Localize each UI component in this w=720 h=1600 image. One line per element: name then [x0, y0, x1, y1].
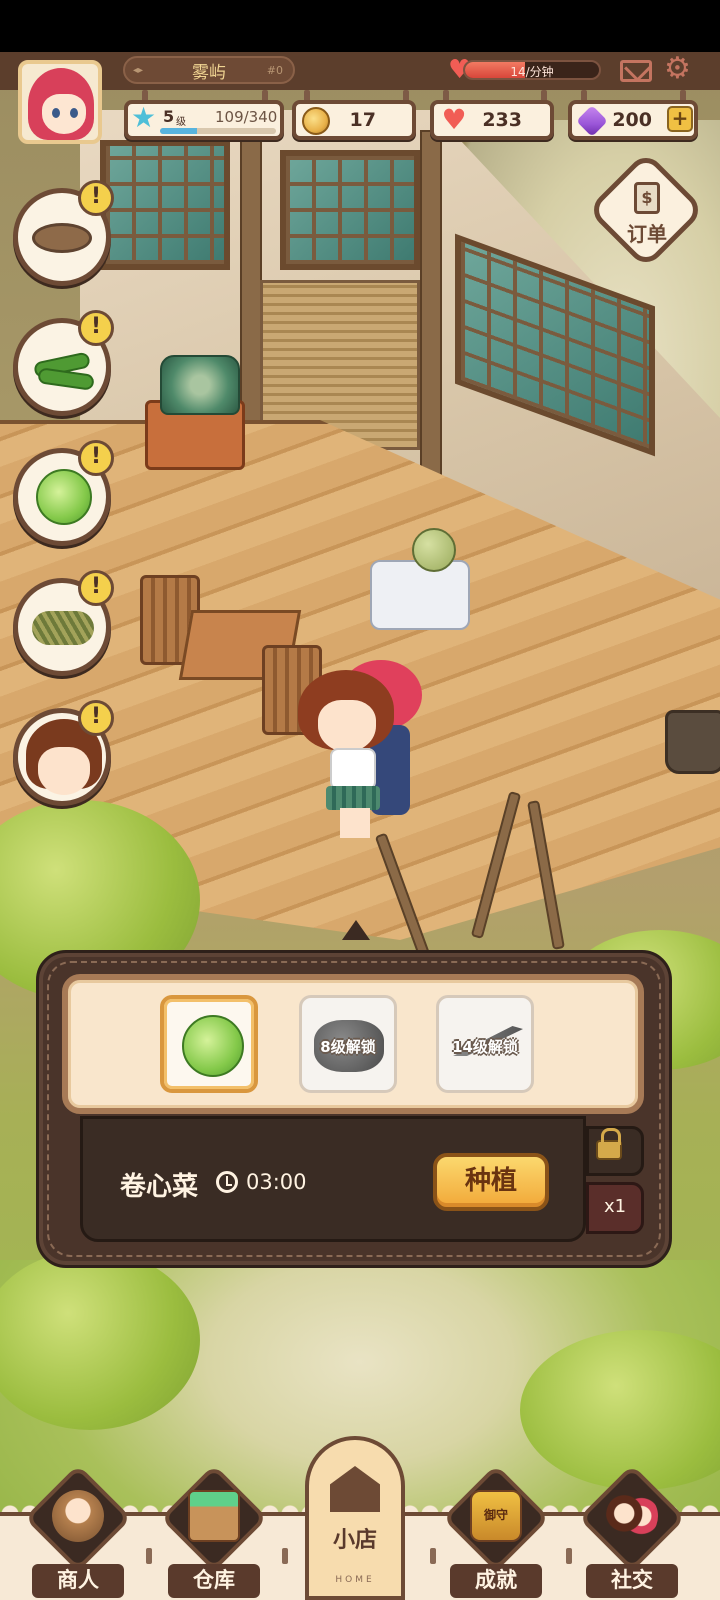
gem-count: 200 [612, 109, 652, 131]
multiplier-text: x1 [603, 1196, 627, 1217]
girl-shirt [330, 748, 376, 790]
nav-merchant[interactable]: 商人 [24, 1464, 132, 1598]
side-table[interactable] [370, 560, 470, 630]
coin-count: 17 [349, 109, 376, 131]
unlock-level-label: 8级解锁 [320, 1038, 376, 1056]
panel-pointer [342, 920, 370, 940]
unlock-level-label: 14级解锁 [452, 1038, 518, 1056]
order-book-icon: $ [634, 182, 660, 214]
window-left [100, 140, 230, 270]
nav-pin [566, 1548, 572, 1564]
seed-slot-locked-lv14[interactable]: 14级解锁 [436, 995, 534, 1093]
herb-icon [32, 611, 94, 645]
girl-skirt [326, 786, 380, 810]
npc-face [38, 747, 90, 795]
heart-panel[interactable]: ♥ 233 [430, 100, 554, 140]
girl-legs [340, 808, 370, 838]
wood-beam [240, 110, 262, 440]
grow-time: 03:00 [246, 1170, 307, 1194]
heart-icon: ♥ [441, 103, 467, 136]
nav-warehouse[interactable]: 仓库 [160, 1464, 268, 1598]
soil-plot-icon [32, 223, 92, 253]
plant-button[interactable]: 种植 [433, 1153, 549, 1211]
heart-rate-text: 14/分钟 [510, 65, 554, 79]
status-bar [0, 0, 720, 52]
avatar-eye [70, 108, 78, 118]
nav-pin [282, 1548, 288, 1564]
heart-rate-bar: 14/分钟 [463, 60, 601, 80]
merchant-icon [52, 1490, 104, 1542]
add-gems-button[interactable]: + [667, 106, 693, 132]
seed-slot-cabbage[interactable] [160, 995, 258, 1093]
seed-slot-locked-lv8[interactable]: 8级解锁 [299, 995, 397, 1093]
player-avatar[interactable] [18, 60, 102, 144]
nav-label: 成就 [450, 1564, 542, 1598]
cabbage-icon [36, 469, 92, 525]
top-bar [0, 52, 720, 90]
window-center [280, 150, 420, 270]
avatar-face [42, 94, 86, 134]
player-id: #0 [266, 63, 283, 77]
warehouse-box-icon [188, 1490, 240, 1542]
nav-social[interactable]: 社交 [578, 1464, 686, 1598]
bucket[interactable] [665, 710, 720, 774]
nav-label: 商人 [32, 1564, 124, 1598]
nav-achievements[interactable]: 御守 成就 [442, 1464, 550, 1598]
nav-label: 社交 [586, 1564, 678, 1598]
player-name-plate[interactable]: ◂▸ 雾屿 #0 [123, 56, 295, 84]
xp-bar [160, 128, 276, 134]
kettle-icon[interactable] [412, 528, 456, 572]
xp-text: 109/340 [215, 108, 278, 126]
avatar-eye [52, 108, 60, 118]
heart-count: 233 [482, 109, 522, 131]
gear-icon[interactable]: ⚙ [664, 54, 691, 84]
clock-icon [216, 1171, 238, 1193]
couple-icon [606, 1490, 658, 1542]
xp-fill [160, 128, 198, 134]
omamori-charm-icon: 御守 [470, 1490, 522, 1542]
alert-badge: ! [78, 440, 114, 476]
nav-pin [430, 1548, 436, 1564]
order-label: 订单 [627, 222, 667, 246]
padlock-icon [596, 1128, 622, 1160]
gem-icon [576, 105, 608, 137]
girl-face [318, 700, 376, 752]
nav-home-sublabel: HOME [335, 1575, 375, 1585]
cabbage-icon [182, 1015, 244, 1077]
star-icon: ★ [131, 101, 157, 134]
nav-home-label: 小店 [332, 1528, 377, 1553]
alert-badge: ! [78, 700, 114, 736]
level-number: 5 [163, 107, 175, 126]
coin-icon [302, 107, 330, 135]
mail-icon[interactable] [620, 60, 652, 82]
telephone-icon[interactable] [160, 355, 240, 415]
coin-panel[interactable]: 17 [292, 100, 416, 140]
nav-pin [146, 1548, 152, 1564]
crop-name: 卷心菜 [120, 1172, 199, 1202]
alert-badge: ! [78, 570, 114, 606]
level-unit: 级 [176, 117, 186, 128]
alert-badge: ! [78, 310, 114, 346]
nav-label: 仓库 [168, 1564, 260, 1598]
alert-badge: ! [78, 180, 114, 216]
